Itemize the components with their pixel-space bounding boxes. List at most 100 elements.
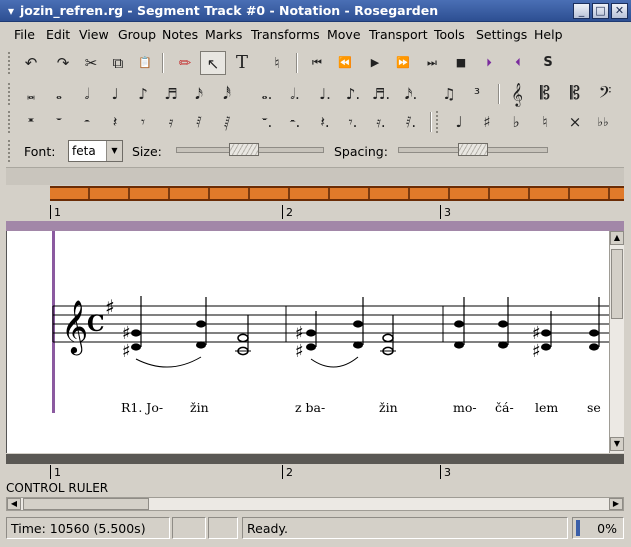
scroll-down-icon[interactable]: ▼	[610, 437, 624, 451]
triplet-mode-button[interactable]: ³	[464, 82, 490, 106]
minimize-button[interactable]: _	[573, 3, 590, 19]
no-accidental-button[interactable]: ♩	[446, 110, 472, 134]
lyric-syllable[interactable]: čá-	[495, 400, 514, 415]
bass-clef-button[interactable]: 𝄢	[592, 82, 618, 106]
notation-canvas[interactable]: 𝄞 ♯ C ♯ ♯ ♯ ♯ ♯ ♯ R1. Jo- žin z ba- žin …	[6, 231, 609, 453]
vertical-scroll-thumb[interactable]	[611, 249, 623, 319]
sixteenth-rest-button[interactable]: 𝄿	[158, 110, 184, 134]
thirtysecond-rest-button[interactable]: 𝅀	[186, 110, 212, 134]
control-ruler-label[interactable]: CONTROL RULER	[6, 481, 108, 495]
size-slider[interactable]	[176, 143, 324, 156]
toolbar-grip[interactable]	[8, 111, 14, 133]
lyric-syllable[interactable]: z ba-	[295, 400, 325, 415]
whole-note-button[interactable]: 𝅝	[46, 82, 72, 106]
erase-tool-button[interactable]: ✏	[172, 51, 198, 75]
breve-rest-button[interactable]: 𝄺	[18, 110, 44, 134]
undo-button[interactable]: ↶	[18, 51, 44, 75]
menu-marks[interactable]: Marks	[205, 27, 242, 42]
menu-move[interactable]: Move	[327, 27, 361, 42]
rewind-button[interactable]: ⏪	[332, 51, 358, 75]
menu-file[interactable]: File	[14, 27, 35, 42]
stop-button[interactable]: ■	[448, 51, 474, 75]
note-chord[interactable]	[454, 297, 465, 349]
lyric-syllable[interactable]: žin	[379, 400, 398, 415]
fast-forward-button[interactable]: ⏩	[390, 51, 416, 75]
paste-button[interactable]: 📋	[132, 51, 158, 75]
note-chord[interactable]: ♯♯	[532, 311, 552, 362]
note-chord[interactable]	[498, 297, 509, 349]
horizontal-scrollbar[interactable]: ◀ ▶	[6, 497, 624, 511]
maximize-button[interactable]: □	[592, 3, 609, 19]
treble-clef-button[interactable]: 𝄞	[504, 82, 530, 106]
eighth-rest-button[interactable]: 𝄾	[130, 110, 156, 134]
loop-end-button[interactable]: ⏴	[505, 51, 531, 75]
loop-range-bar[interactable]	[6, 221, 624, 231]
select-tool-button[interactable]: ↖	[200, 51, 226, 75]
half-note-button[interactable]: 𝅗𝅥	[74, 82, 100, 106]
natural-button[interactable]: ♮	[532, 110, 558, 134]
eighth-note-button[interactable]: ♪	[130, 82, 156, 106]
bar-ruler-bottom[interactable]: 1 2 3	[6, 465, 624, 481]
lyric-syllable[interactable]: lem	[535, 400, 558, 415]
segment-preview[interactable]	[50, 186, 624, 201]
dotted-whole-note-button[interactable]: 𝅝.	[254, 82, 280, 106]
sixtyfourth-rest-button[interactable]: 𝅁	[214, 110, 240, 134]
spacing-slider[interactable]	[398, 143, 548, 156]
sixtyfourth-note-button[interactable]: 𝅘𝅥𝅰	[214, 82, 240, 106]
sixteenth-note-button[interactable]: ♬	[158, 82, 184, 106]
loop-start-button[interactable]: ⏵	[476, 51, 502, 75]
cut-button[interactable]: ✂	[78, 51, 104, 75]
horizontal-scroll-thumb[interactable]	[23, 498, 149, 510]
scroll-up-icon[interactable]: ▲	[610, 231, 624, 245]
lyric-syllable[interactable]: se	[587, 400, 601, 415]
dotted-half-rest-button[interactable]: 𝄼.	[282, 110, 308, 134]
note-chord[interactable]	[380, 315, 396, 356]
close-button[interactable]: ✕	[611, 3, 628, 19]
note-chord[interactable]	[353, 297, 364, 349]
treble-clef-icon[interactable]: 𝄞	[61, 299, 88, 355]
menu-settings[interactable]: Settings	[476, 27, 527, 42]
toolbar-grip[interactable]	[8, 140, 14, 162]
dotted-whole-rest-button[interactable]: 𝄻.	[254, 110, 280, 134]
alto-clef-button[interactable]: 𝄡	[532, 82, 558, 106]
lyric-syllable[interactable]: R1. Jo-	[121, 400, 163, 415]
dotted-thirtysecond-note-button[interactable]: 𝅘𝅥𝅯.	[398, 82, 424, 106]
quarter-note-button[interactable]: ♩	[102, 82, 128, 106]
chord-mode-button[interactable]: ♫	[436, 82, 462, 106]
copy-button[interactable]: ⧉	[105, 51, 131, 75]
dotted-thirtysecond-rest-button[interactable]: 𝅀.	[398, 110, 424, 134]
thirtysecond-note-button[interactable]: 𝅘𝅥𝅯	[186, 82, 212, 106]
dotted-half-note-button[interactable]: 𝅗𝅥.	[282, 82, 308, 106]
note-chord[interactable]	[196, 297, 207, 349]
insert-tool-button[interactable]: ♮	[264, 51, 290, 75]
window-menu-icon[interactable]: ▾	[3, 3, 19, 19]
vertical-scrollbar[interactable]: ▲ ▼	[609, 231, 624, 453]
fast-forward-to-end-button[interactable]: ⏭	[419, 51, 445, 75]
spacing-slider-handle[interactable]	[458, 143, 488, 156]
dotted-quarter-rest-button[interactable]: 𝄽.	[312, 110, 338, 134]
menu-group[interactable]: Group	[118, 27, 156, 42]
menu-transforms[interactable]: Transforms	[251, 27, 320, 42]
chevron-down-icon[interactable]: ▼	[106, 141, 122, 161]
rewind-to-start-button[interactable]: ⏮	[304, 51, 330, 75]
scroll-right-icon[interactable]: ▶	[609, 498, 623, 510]
menu-transport[interactable]: Transport	[369, 27, 428, 42]
menu-notes[interactable]: Notes	[162, 27, 198, 42]
note-chord[interactable]	[235, 315, 251, 356]
dotted-sixteenth-note-button[interactable]: ♬.	[368, 82, 394, 106]
dotted-eighth-note-button[interactable]: ♪.	[340, 82, 366, 106]
key-signature-sharp-icon[interactable]: ♯	[105, 295, 115, 319]
bottom-loop-bar[interactable]	[6, 454, 624, 464]
whole-rest-button[interactable]: 𝄻	[46, 110, 72, 134]
flat-button[interactable]: ♭	[503, 110, 529, 134]
toolbar-grip[interactable]	[8, 83, 14, 105]
toolbar-grip[interactable]	[436, 111, 442, 133]
slur[interactable]	[135, 356, 202, 368]
lyric-syllable[interactable]: žin	[190, 400, 209, 415]
dotted-eighth-rest-button[interactable]: 𝄾.	[340, 110, 366, 134]
lyric-syllable[interactable]: mo-	[453, 400, 477, 415]
text-tool-button[interactable]: T	[229, 51, 255, 75]
bar-ruler-top[interactable]: 1 2 3	[6, 205, 624, 221]
play-button[interactable]: ▶	[362, 51, 388, 75]
scroll-left-icon[interactable]: ◀	[7, 498, 21, 510]
